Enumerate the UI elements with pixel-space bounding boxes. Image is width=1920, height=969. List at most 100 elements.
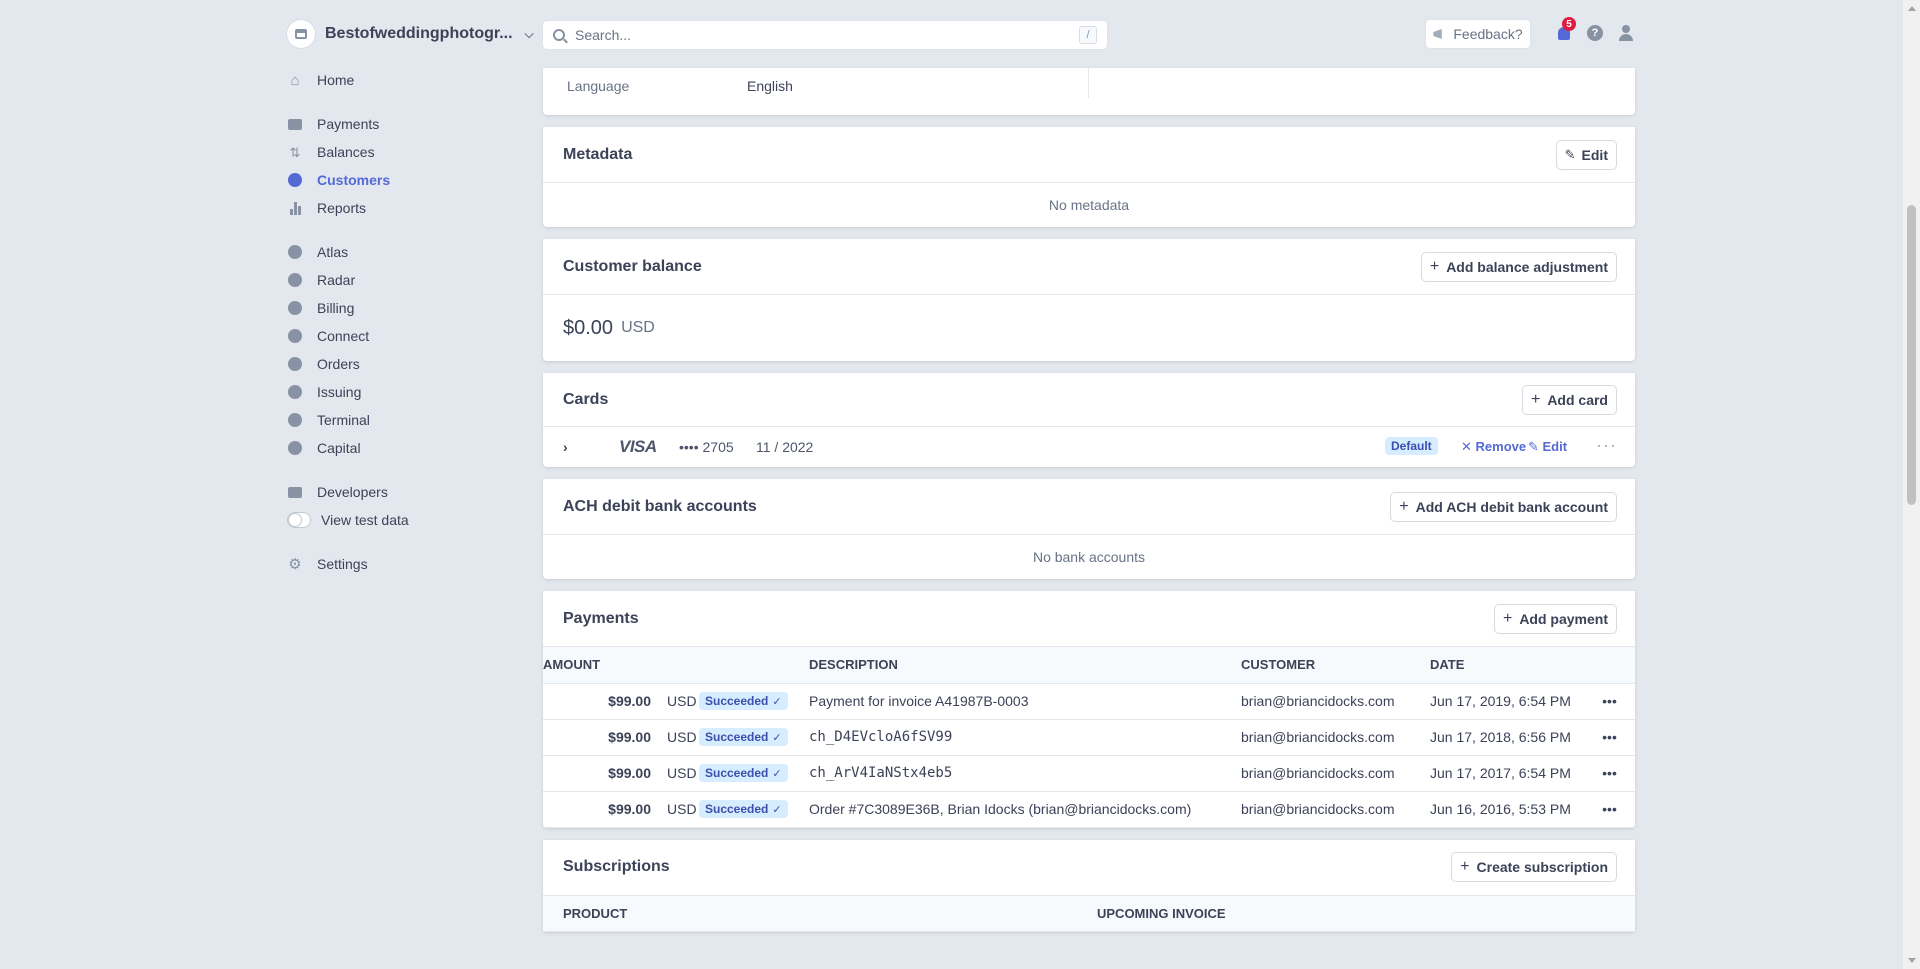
developers-icon [287, 484, 303, 500]
sidebar-item-label: Balances [317, 144, 375, 160]
check-icon: ✓ [772, 767, 782, 780]
status-badge: Succeeded ✓ [699, 728, 788, 746]
edit-card-link[interactable]: ✎ Edit [1528, 439, 1567, 455]
add-payment-label: Add payment [1519, 610, 1608, 627]
pencil-icon: ✎ [1528, 439, 1543, 454]
scroll-down-icon[interactable] [1908, 958, 1916, 963]
sidebar-item-orders[interactable]: Orders [287, 350, 537, 378]
sidebar-item-payments[interactable]: Payments [287, 110, 537, 138]
check-icon: ✓ [772, 803, 782, 816]
table-header-row: AMOUNT DESCRIPTION CUSTOMER DATE [543, 647, 1635, 684]
chevron-right-icon[interactable]: › [563, 439, 573, 455]
sidebar-item-home[interactable]: ⌂ Home [287, 66, 537, 94]
sidebar-nav: ⌂ Home Payments ⇅ Balances Customers Reports At… [287, 66, 537, 578]
sidebar-item-balances[interactable]: ⇅ Balances [287, 138, 537, 166]
sidebar-item-capital[interactable]: Capital [287, 434, 537, 462]
payments-title: Payments [563, 609, 639, 627]
payments-table: AMOUNT DESCRIPTION CUSTOMER DATE $99.00 … [543, 647, 1635, 828]
sidebar-item-reports[interactable]: Reports [287, 194, 537, 222]
add-balance-adjustment-button[interactable]: + Add balance adjustment [1421, 252, 1616, 281]
terminal-icon [287, 412, 303, 428]
sidebar-item-issuing[interactable]: Issuing [287, 378, 537, 406]
sidebar-item-billing[interactable]: Billing [287, 294, 537, 322]
notification-badge: 5 [1562, 17, 1576, 31]
sidebar-item-label: Developers [317, 484, 388, 500]
table-row[interactable]: $99.00 USD Succeeded ✓ Order #7C3089E36B,… [543, 791, 1635, 828]
payment-currency: USD [651, 683, 699, 720]
search-shortcut: / [1079, 26, 1097, 44]
table-row[interactable]: $99.00 USD Succeeded ✓ Payment for invoic… [543, 683, 1635, 720]
plus-icon: + [1530, 390, 1541, 408]
scrollbar-thumb[interactable] [1907, 205, 1916, 505]
feedback-label: Feedback? [1453, 26, 1523, 42]
store-icon [287, 20, 315, 48]
sidebar-item-radar[interactable]: Radar [287, 266, 537, 294]
sidebar-item-connect[interactable]: Connect [287, 322, 537, 350]
scroll-up-icon[interactable] [1908, 6, 1916, 11]
metadata-empty: No metadata [1048, 197, 1130, 213]
add-card-label: Add card [1547, 391, 1608, 408]
balance-title: Customer balance [563, 257, 702, 275]
add-balance-label: Add balance adjustment [1446, 258, 1608, 275]
balance-currency: USD [621, 319, 655, 336]
more-icon[interactable]: ••• [1584, 791, 1635, 828]
add-ach-button[interactable]: + Add ACH debit bank account [1391, 492, 1616, 521]
billing-icon [287, 300, 303, 316]
card-expiry: 11 / 2022 [756, 439, 814, 455]
sidebar-item-label: Home [317, 72, 355, 88]
sidebar-item-label: Settings [317, 556, 368, 572]
sidebar-item-settings[interactable]: ⚙ Settings [287, 550, 537, 578]
sidebar-item-developers[interactable]: Developers [287, 478, 537, 506]
home-icon: ⌂ [290, 71, 300, 89]
edit-label: Edit [1542, 439, 1568, 454]
help-icon[interactable]: ? [1586, 24, 1604, 42]
remove-card-link[interactable]: ✕ Remove [1461, 439, 1526, 455]
card-row[interactable]: › VISA •••• 2705 11 / 2022 Default ✕ Rem… [543, 427, 1635, 467]
more-icon[interactable]: ••• [1584, 683, 1635, 720]
sidebar-item-view-test-data[interactable]: View test data [287, 506, 537, 534]
payment-description: Order #7C3089E36B, Brian Idocks (brian@b… [809, 791, 1241, 828]
toggle-switch[interactable] [287, 512, 311, 528]
payment-description: ch_ArV4IaNStx4eb5 [809, 755, 1241, 792]
sidebar-item-label: Payments [317, 116, 380, 132]
subscriptions-header: PRODUCT UPCOMING INVOICE [543, 895, 1635, 932]
check-icon: ✓ [772, 731, 782, 744]
add-card-button[interactable]: + Add card [1522, 385, 1616, 414]
card-last4: •••• 2705 [679, 439, 734, 455]
divider [1088, 68, 1089, 98]
sidebar-item-terminal[interactable]: Terminal [287, 406, 537, 434]
sidebar-item-customers[interactable]: Customers [287, 166, 537, 194]
more-icon[interactable]: ••• [1584, 719, 1635, 756]
ach-card: ACH debit bank accounts + Add ACH debit … [543, 479, 1635, 579]
create-subscription-button[interactable]: + Create subscription [1452, 853, 1616, 881]
chevron-down-icon: ⌵ [524, 26, 534, 41]
search-input[interactable]: Search... / [543, 21, 1107, 49]
issuing-icon [287, 384, 303, 400]
payment-customer: brian@briancidocks.com [1241, 719, 1430, 756]
remove-label: Remove [1475, 439, 1527, 454]
edit-metadata-button[interactable]: ✎ Edit [1556, 140, 1616, 169]
cards-card: Cards + Add card › VISA •••• 2705 11 / 2… [543, 373, 1635, 467]
payment-currency: USD [651, 719, 699, 756]
details-card: Language English [543, 68, 1635, 115]
megaphone-icon [1433, 29, 1442, 39]
add-payment-button[interactable]: + Add payment [1494, 604, 1616, 633]
create-subscription-label: Create subscription [1476, 859, 1608, 875]
sidebar-item-atlas[interactable]: Atlas [287, 238, 537, 266]
table-row[interactable]: $99.00 USD Succeeded ✓ ch_D4EVcloA6fSV99 … [543, 719, 1635, 756]
table-row[interactable]: $99.00 USD Succeeded ✓ ch_ArV4IaNStx4eb5 … [543, 755, 1635, 792]
scrollbar[interactable] [1903, 0, 1920, 969]
payments-icon [287, 116, 303, 132]
status-badge: Succeeded ✓ [699, 764, 788, 782]
more-icon[interactable]: ••• [1584, 755, 1635, 792]
user-icon[interactable] [1617, 24, 1635, 42]
feedback-button[interactable]: Feedback? [1426, 20, 1530, 48]
account-switcher[interactable]: Bestofweddingphotogr... ⌵ [287, 18, 537, 50]
payment-customer: brian@briancidocks.com [1241, 791, 1430, 828]
nav-group: Developers View test data [287, 478, 537, 534]
sidebar-item-label: View test data [321, 512, 409, 528]
sidebar-item-label: Orders [317, 356, 360, 372]
col-amount: AMOUNT [543, 647, 651, 684]
more-icon[interactable]: ··· [1596, 435, 1617, 456]
radar-icon [287, 272, 303, 288]
